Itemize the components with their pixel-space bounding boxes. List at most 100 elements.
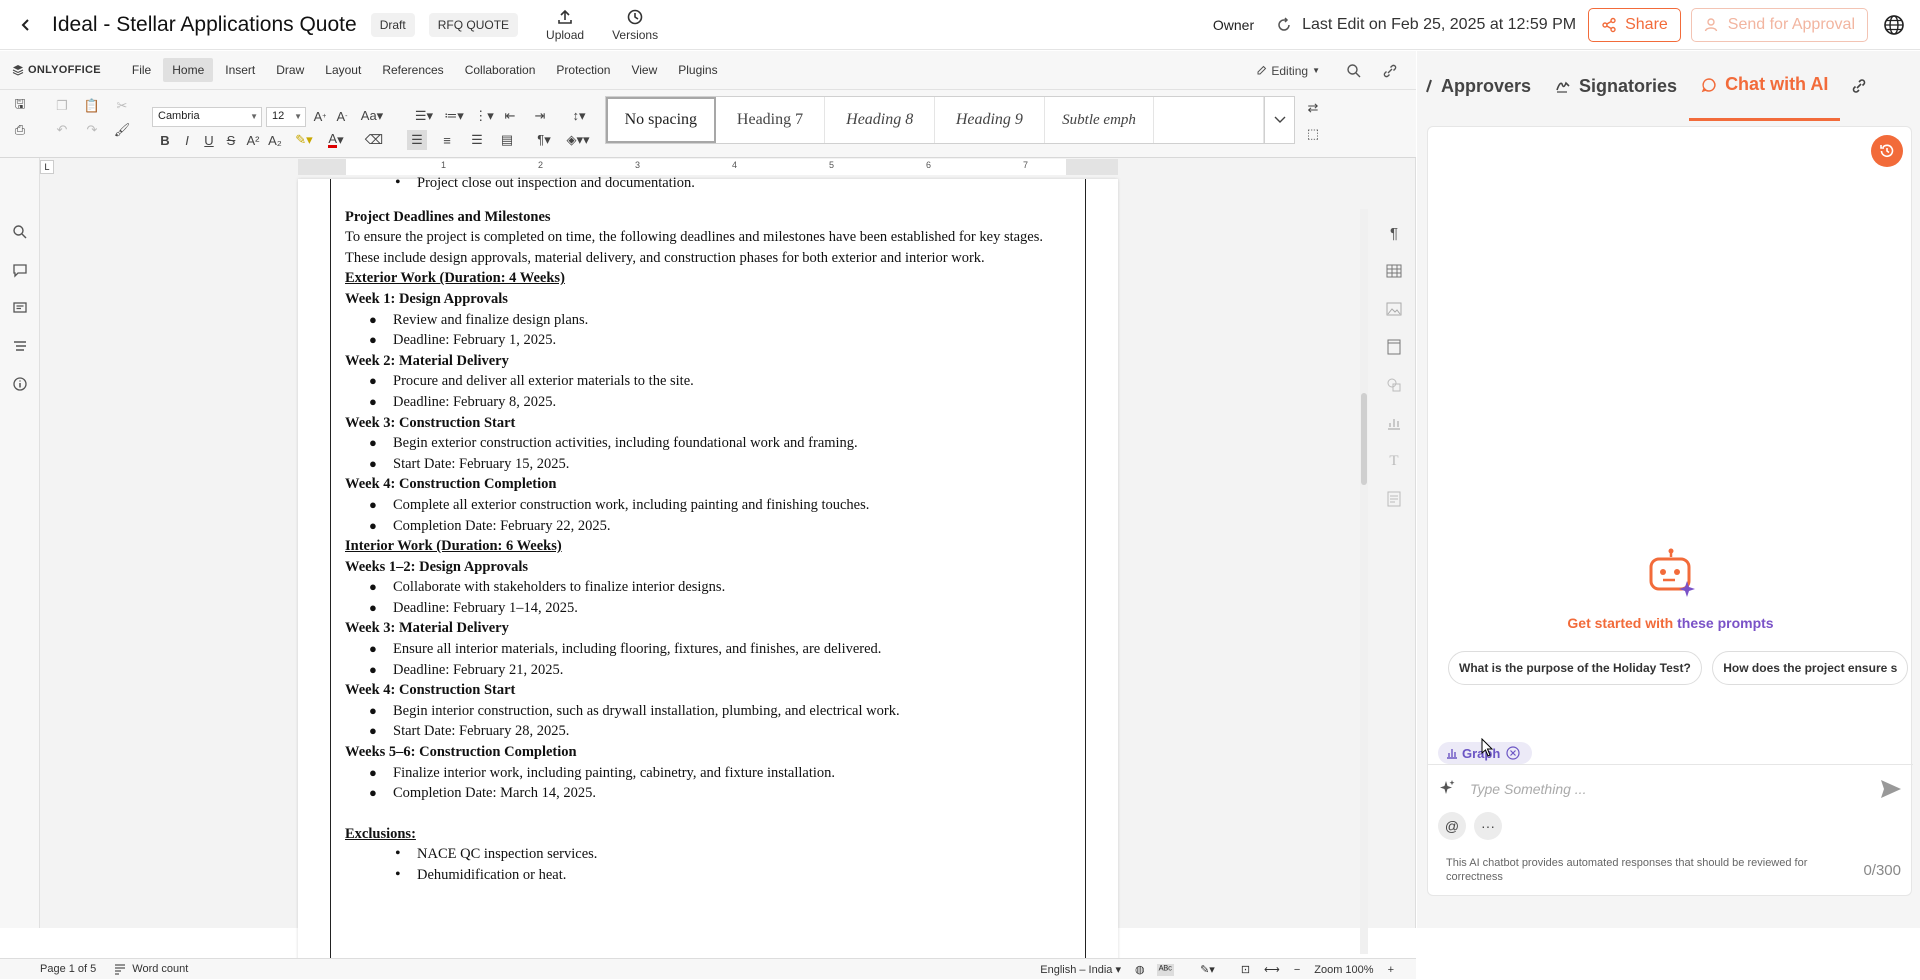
chat-history-button[interactable] [1871,135,1903,167]
clear-format-icon[interactable]: ⌫ [364,130,384,150]
justify-icon[interactable]: ▤ [497,130,517,150]
decrease-indent-icon[interactable]: ⇤ [500,106,520,126]
increase-font-icon[interactable]: A + [310,106,330,126]
chat-icon[interactable] [10,298,30,318]
menu-file[interactable]: File [123,58,160,82]
font-color-icon[interactable]: A ▾ [322,130,350,150]
numbering-icon[interactable]: ≔▾ [440,106,468,126]
style-heading-8[interactable]: Heading 8 [825,97,936,143]
chart-settings-icon[interactable] [1384,413,1404,433]
align-center-icon[interactable]: ≡ [437,130,457,150]
change-case-icon[interactable]: Aa▾ [358,106,386,126]
menu-references[interactable]: References [373,58,452,82]
form-settings-icon[interactable] [1384,489,1404,509]
highlight-icon[interactable]: ✎▾ [290,130,318,150]
style-blank[interactable] [1154,97,1265,143]
replace-icon[interactable]: ⇄ [1303,98,1323,118]
zoom-level[interactable]: Zoom 100% [1314,964,1373,976]
menu-plugins[interactable]: Plugins [669,58,726,82]
zoom-out-icon[interactable]: − [1294,964,1300,976]
undo-icon[interactable]: ↶ [52,120,72,140]
upload-button[interactable]: Upload [546,8,584,42]
font-size-select[interactable]: 12 ▼ [266,107,306,127]
shape-settings-icon[interactable] [1384,375,1404,395]
menu-draw[interactable]: Draw [267,58,313,82]
shading-icon[interactable]: ◈▾▾ [562,130,594,150]
fit-page-icon[interactable]: ⊡ [1241,963,1250,976]
send-icon[interactable] [1877,775,1905,803]
style-heading-9[interactable]: Heading 9 [935,97,1045,143]
chat-message-input[interactable] [1468,777,1858,801]
style-no-spacing[interactable]: No spacing [606,97,716,143]
paragraph-settings-icon[interactable]: ¶ [1384,223,1404,243]
link-icon[interactable] [1850,77,1868,95]
page-indicator[interactable]: Page 1 of 5 [40,963,96,975]
select-all-icon[interactable]: ⬚ [1303,124,1323,144]
scrollbar-thumb[interactable] [1361,393,1367,485]
spellcheck-icon[interactable]: ᴬᴮᶜ [1156,963,1175,976]
menu-protection[interactable]: Protection [547,58,619,82]
strikethrough-icon[interactable]: S [221,130,241,150]
menu-collaboration[interactable]: Collaboration [456,58,545,82]
navigation-icon[interactable] [10,336,30,356]
increase-indent-icon[interactable]: ⇥ [530,106,550,126]
language-select[interactable]: English – India ▾ [1040,963,1121,976]
share-button[interactable]: Share [1588,8,1681,42]
superscript-icon[interactable]: A² [243,130,263,150]
tab-stop-selector[interactable]: L [40,160,54,174]
menu-layout[interactable]: Layout [316,58,370,82]
italic-icon[interactable]: I [177,130,197,150]
vertical-scrollbar[interactable] [1360,209,1368,954]
decrease-font-icon[interactable]: A- [332,106,352,126]
prompt-chip[interactable]: How does the project ensure s [1712,651,1909,685]
cut-icon[interactable]: ✂ [112,96,132,116]
versions-button[interactable]: Versions [612,8,658,42]
search-icon[interactable] [10,222,30,242]
bold-icon[interactable]: B [155,130,175,150]
print-icon[interactable]: ⎙ [10,120,30,140]
tab-signatories[interactable]: Signatories [1543,51,1689,121]
menu-insert[interactable]: Insert [216,58,264,82]
paste-icon[interactable]: 📋 [82,96,102,116]
close-icon[interactable] [1506,746,1520,760]
refresh-icon[interactable] [1276,17,1292,33]
more-options-button[interactable]: ··· [1474,812,1502,840]
style-heading-7[interactable]: Heading 7 [716,97,826,143]
style-subtle-emphasis[interactable]: Subtle emph [1045,97,1155,143]
fit-width-icon[interactable]: ⟷ [1264,963,1280,976]
table-settings-icon[interactable] [1384,261,1404,281]
format-painter-icon[interactable]: 🖌 [112,120,132,140]
document-content[interactable]: Project close out inspection and documen… [345,173,1075,886]
text-art-icon[interactable]: T [1384,451,1404,471]
mention-button[interactable]: @ [1438,812,1466,840]
track-changes-icon[interactable]: ✎▾ [1200,963,1215,976]
back-button[interactable] [14,13,38,37]
globe-icon[interactable] [1882,13,1906,37]
tab-chat-with-ai[interactable]: Chat with AI [1689,51,1841,121]
editing-mode-dropdown[interactable]: Editing ▼ [1256,64,1320,78]
search-icon[interactable] [1346,63,1362,79]
align-right-icon[interactable]: ☰ [467,130,487,150]
paragraph-marks-icon[interactable]: ¶▾ [530,130,558,150]
header-footer-icon[interactable] [1384,337,1404,357]
redo-icon[interactable]: ↷ [82,120,102,140]
bullets-icon[interactable]: ☰▾ [410,106,438,126]
image-settings-icon[interactable] [1384,299,1404,319]
globe-icon[interactable]: ◍ [1135,963,1145,976]
line-spacing-icon[interactable]: ↕▾ [565,106,593,126]
zoom-in-icon[interactable]: + [1388,964,1394,976]
subscript-icon[interactable]: A₂ [265,130,285,150]
menu-view[interactable]: View [622,58,666,82]
font-name-select[interactable]: Cambria ▼ [152,107,262,127]
send-for-approval-button[interactable]: Send for Approval [1690,8,1868,42]
save-icon[interactable]: 🖫 [10,96,30,116]
menu-home[interactable]: Home [163,58,214,82]
underline-icon[interactable]: U [199,130,219,150]
comments-icon[interactable] [10,260,30,280]
info-icon[interactable] [10,374,30,394]
link-icon[interactable] [1382,63,1398,79]
align-left-icon[interactable]: ☰ [407,130,427,150]
word-count-button[interactable]: Word count [114,963,188,975]
prompt-chip[interactable]: What is the purpose of the Holiday Test? [1448,651,1702,685]
copy-icon[interactable]: ❐ [52,96,72,116]
